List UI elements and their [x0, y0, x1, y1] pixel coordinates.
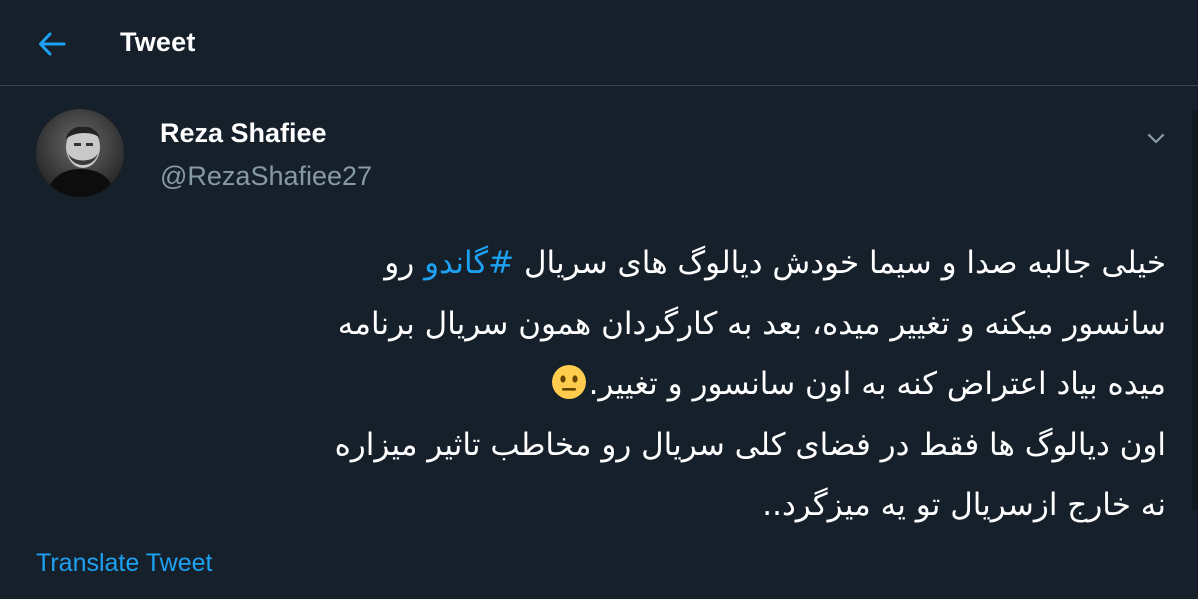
author-display-name[interactable]: Reza Shafiee [160, 118, 327, 149]
translate-tweet-link[interactable]: Translate Tweet [36, 549, 212, 578]
scrollbar-track[interactable] [1192, 110, 1198, 510]
top-bar: Tweet [0, 0, 1198, 86]
tweet-card: Reza Shafiee @RezaShafiee27 خیلی جالبه ص… [0, 87, 1198, 599]
tweet-line: میده بیاد اعتراض کنه به اون سانسور و تغی… [60, 354, 1166, 415]
tweet-menu-button[interactable] [1140, 125, 1172, 153]
tweet-line: نه خارج ازسریال تو یه میزگرد.. [762, 487, 1166, 523]
text-segment: میده بیاد اعتراض کنه به اون سانسور و تغی… [588, 366, 1166, 402]
text-segment: رو [384, 245, 425, 281]
author-handle[interactable]: @RezaShafiee27 [160, 161, 372, 192]
text-segment: خیلی جالبه صدا و سیما خودش دیالوگ های سر… [514, 245, 1166, 281]
tweet-text: خیلی جالبه صدا و سیما خودش دیالوگ های سر… [60, 233, 1166, 536]
arrow-left-icon [39, 32, 66, 56]
page-title: Tweet [120, 27, 196, 57]
tweet-line: خیلی جالبه صدا و سیما خودش دیالوگ های سر… [60, 233, 1166, 294]
tweet-line: سانسور میکنه و تغییر میده، بعد به کارگرد… [337, 305, 1166, 342]
avatar[interactable] [36, 109, 124, 197]
back-button[interactable] [28, 24, 76, 64]
tweet-line: اون دیالوگ ها فقط در فضای کلی سریال رو م… [334, 426, 1166, 463]
neutral-face-emoji-icon [551, 365, 586, 399]
hashtag-link[interactable]: #گاندو [424, 245, 514, 281]
profile-photo [36, 109, 124, 197]
chevron-down-icon [1147, 133, 1165, 144]
